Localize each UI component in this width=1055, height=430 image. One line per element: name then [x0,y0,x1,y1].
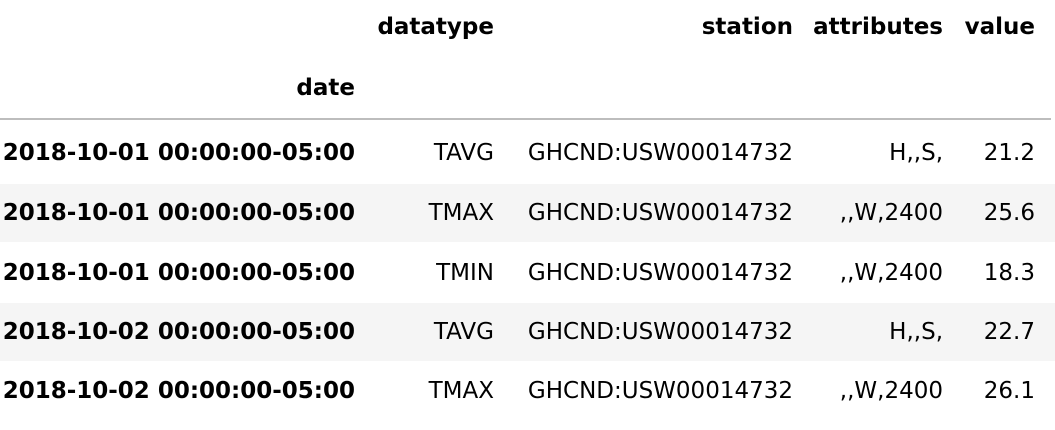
cell-station: GHCND:USW00014732 [527,260,793,286]
cell-station: GHCND:USW00014732 [527,200,793,226]
row-index-date: 2018-10-01 00:00:00-05:00 [2,200,355,226]
cell-value: 26.1 [983,378,1035,404]
cell-datatype: TMAX [428,200,494,226]
cell-datatype: TMAX [428,378,494,404]
table-row: 2018-10-02 00:00:00-05:00 TAVG GHCND:USW… [0,303,1055,361]
cell-station: GHCND:USW00014732 [527,140,793,166]
cell-value: 18.3 [983,260,1035,286]
cell-station: GHCND:USW00014732 [527,378,793,404]
table-row: 2018-10-01 00:00:00-05:00 TMAX GHCND:USW… [0,184,1055,242]
table-row: 2018-10-01 00:00:00-05:00 TMIN GHCND:USW… [0,244,1055,302]
cell-attributes: ,,W,2400 [839,260,943,286]
cell-value: 22.7 [983,319,1035,345]
cell-value: 25.6 [983,200,1035,226]
column-header-datatype: datatype [377,14,494,40]
cell-attributes: ,,W,2400 [839,200,943,226]
cell-datatype: TAVG [433,140,494,166]
cell-station: GHCND:USW00014732 [527,319,793,345]
cell-attributes: H,,S, [889,319,943,345]
dataframe-table: datatype station attributes value date 2… [0,0,1055,430]
cell-value: 21.2 [983,140,1035,166]
index-header-row: date [0,58,1055,118]
cell-attributes: ,,W,2400 [839,378,943,404]
table-row: 2018-10-01 00:00:00-05:00 TAVG GHCND:USW… [0,124,1055,182]
cell-datatype: TMIN [436,260,494,286]
column-header-station: station [701,14,793,40]
column-header-attributes: attributes [813,14,943,40]
column-header-value: value [964,14,1035,40]
row-index-date: 2018-10-01 00:00:00-05:00 [2,140,355,166]
row-index-date: 2018-10-02 00:00:00-05:00 [2,319,355,345]
column-header-row: datatype station attributes value [0,0,1055,54]
cell-datatype: TAVG [433,319,494,345]
table-row: 2018-10-02 00:00:00-05:00 TMAX GHCND:USW… [0,362,1055,420]
row-index-date: 2018-10-02 00:00:00-05:00 [2,378,355,404]
index-header-date: date [296,75,355,101]
header-divider [0,118,1051,120]
row-index-date: 2018-10-01 00:00:00-05:00 [2,260,355,286]
cell-attributes: H,,S, [889,140,943,166]
